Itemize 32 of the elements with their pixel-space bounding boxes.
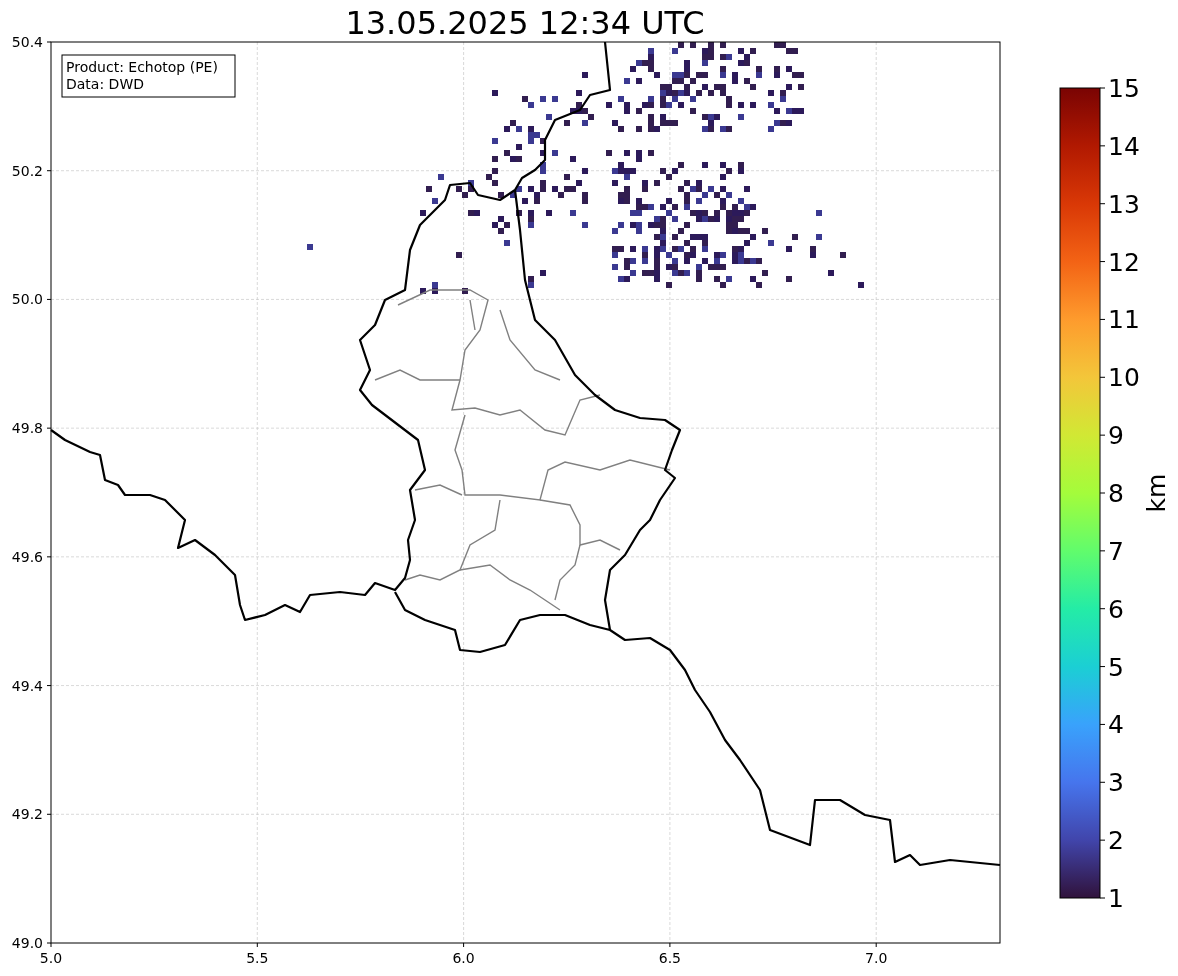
info-text: Data: DWD bbox=[66, 76, 144, 92]
y-tick-label: 50.0 bbox=[11, 291, 43, 308]
y-tick-label: 49.8 bbox=[11, 420, 43, 437]
y-tick-label: 50.4 bbox=[11, 34, 43, 50]
colorbar-tick-label: 10 bbox=[1108, 363, 1140, 393]
colorbar-tick-label: 3 bbox=[1108, 768, 1124, 798]
colorbar-tick-label: 11 bbox=[1108, 305, 1140, 335]
x-tick-label: 6.0 bbox=[452, 950, 475, 966]
colorbar-tick-label: 14 bbox=[1108, 131, 1140, 161]
colorbar-tick-label: 9 bbox=[1108, 421, 1124, 451]
y-tick-label: 50.2 bbox=[11, 162, 43, 179]
colorbar-tick-label: 2 bbox=[1108, 826, 1124, 856]
y-tick-label: 49.0 bbox=[11, 935, 43, 951]
colorbar-tick-label: 13 bbox=[1108, 189, 1140, 219]
colorbar-tick-label: 7 bbox=[1108, 536, 1124, 566]
y-tick-label: 49.6 bbox=[11, 548, 43, 565]
x-tick-label: 7.0 bbox=[865, 950, 888, 966]
y-tick-label: 49.2 bbox=[11, 806, 43, 823]
colorbar-tick-label: 15 bbox=[1108, 74, 1140, 103]
colorbar-tick-label: 6 bbox=[1108, 594, 1124, 624]
colorbar-label: km bbox=[1142, 473, 1171, 513]
colorbar-tick-label: 5 bbox=[1108, 652, 1124, 682]
colorbar-tick-label: 8 bbox=[1108, 479, 1124, 508]
y-tick-label: 49.4 bbox=[11, 677, 43, 694]
x-tick-label: 5.5 bbox=[246, 950, 269, 966]
x-tick-label: 5.0 bbox=[39, 950, 63, 966]
chart-title: 13.05.2025 12:34 UTC bbox=[345, 4, 705, 42]
info-text: Product: Echotop (PE) bbox=[66, 59, 218, 75]
x-tick-label: 6.5 bbox=[658, 950, 682, 966]
colorbar-tick-label: 12 bbox=[1108, 247, 1140, 277]
colorbar-tick-label: 4 bbox=[1108, 710, 1124, 740]
colorbar-tick-label: 1 bbox=[1108, 884, 1124, 913]
